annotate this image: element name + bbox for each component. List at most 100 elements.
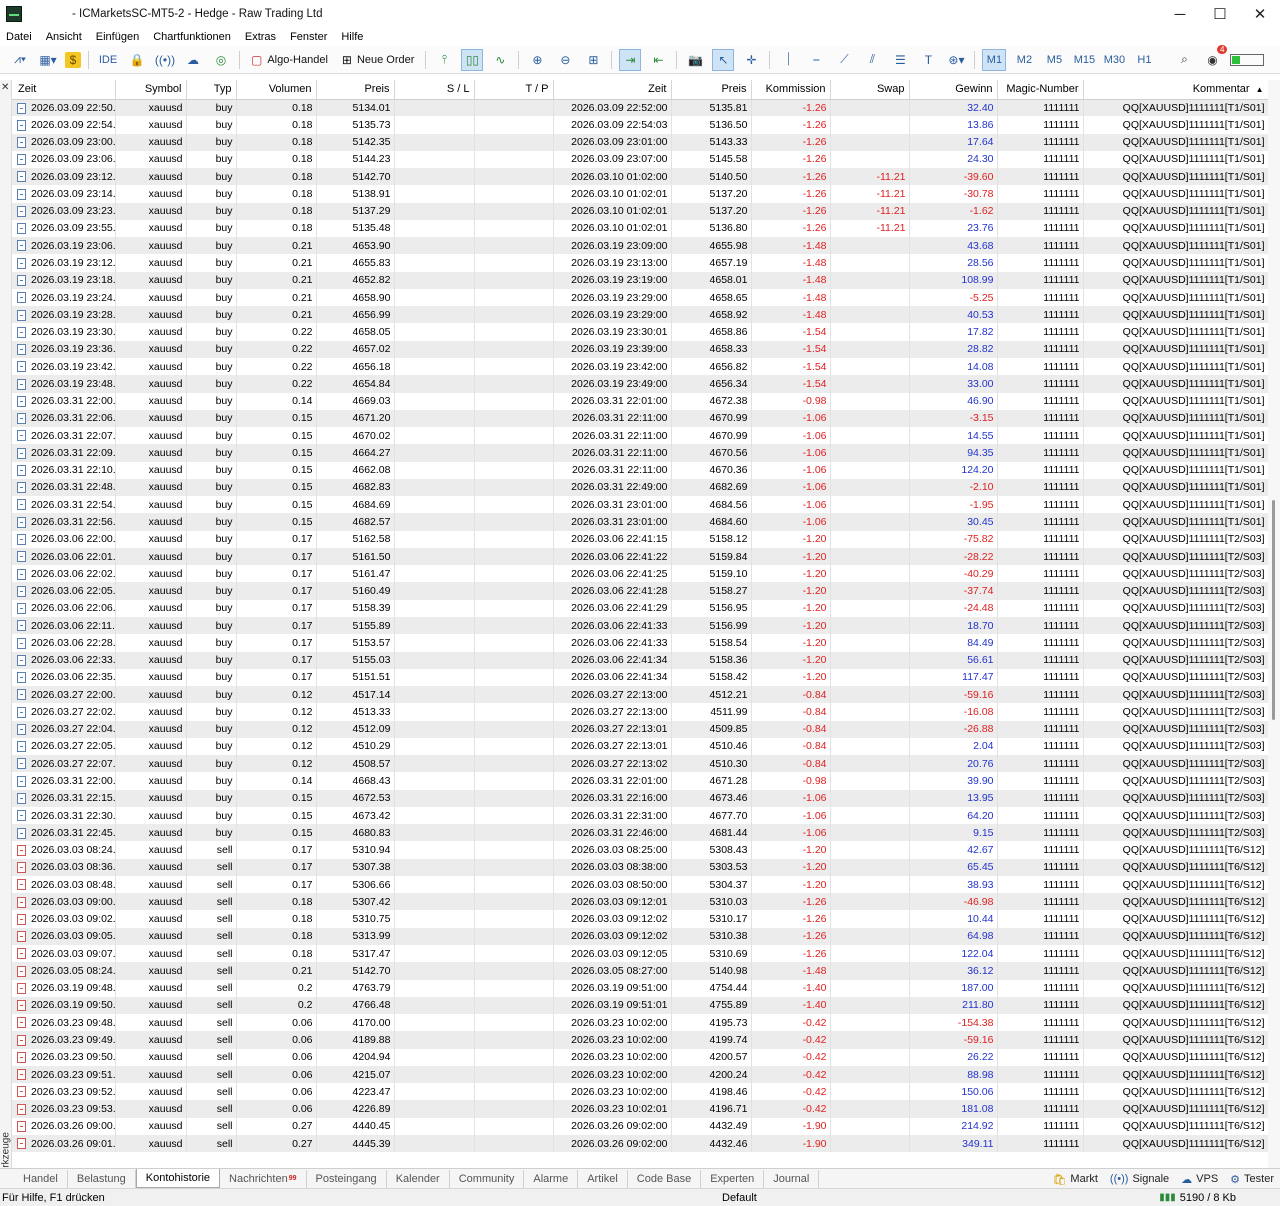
table-row[interactable]: 2026.03.19 23:48... xauusd buy 0.22 4654.84 2…	[12, 375, 1268, 393]
tab-community[interactable]: Community	[450, 1169, 525, 1188]
tab-code-base[interactable]: Code Base	[628, 1169, 702, 1188]
table-row[interactable]: 2026.03.31 22:54... xauusd buy 0.15 4684.69 2…	[12, 496, 1268, 514]
table-row[interactable]: 2026.03.09 22:50... xauusd buy 0.18 5134.01 2…	[12, 99, 1268, 117]
col-volume[interactable]: Volumen	[236, 80, 317, 100]
close-button[interactable]: ✕	[1240, 0, 1280, 28]
table-row[interactable]: 2026.03.06 22:06... xauusd buy 0.17 5158.39 2…	[12, 599, 1268, 617]
trend-line-icon[interactable]: ⟋	[833, 49, 855, 71]
vertical-scrollbar[interactable]	[1268, 80, 1280, 1168]
col-open-time[interactable]: Zeit	[12, 80, 116, 100]
timeframe-m15[interactable]: M15	[1072, 49, 1096, 71]
table-row[interactable]: 2026.03.26 09:01... xauusd sell 0.27 4445.39…	[12, 1134, 1268, 1153]
table-row[interactable]: 2026.03.06 22:33... xauusd buy 0.17 5155.03 2…	[12, 651, 1268, 669]
table-row[interactable]: 2026.03.23 09:49... xauusd sell 0.06 4189.88…	[12, 1031, 1268, 1049]
table-row[interactable]: 2026.03.31 22:00... xauusd buy 0.14 4668.43 2…	[12, 772, 1268, 790]
table-row[interactable]: 2026.03.31 22:45... xauusd buy 0.15 4680.83 2…	[12, 824, 1268, 842]
table-row[interactable]: 2026.03.27 22:07... xauusd buy 0.12 4508.57 2…	[12, 755, 1268, 773]
table-row[interactable]: 2026.03.06 22:28... xauusd buy 0.17 5153.57 2…	[12, 634, 1268, 652]
table-row[interactable]: 2026.03.27 22:04... xauusd buy 0.12 4512.09 2…	[12, 720, 1268, 738]
table-row[interactable]: 2026.03.27 22:02... xauusd buy 0.12 4513.33 2…	[12, 703, 1268, 721]
tab-artikel[interactable]: Artikel	[578, 1169, 628, 1188]
table-row[interactable]: 2026.03.09 22:54... xauusd buy 0.18 5135.73 2…	[12, 116, 1268, 134]
table-row[interactable]: 2026.03.03 09:05... xauusd sell 0.18 5313.99…	[12, 927, 1268, 946]
table-row[interactable]: 2026.03.19 23:36... xauusd buy 0.22 4657.02 2…	[12, 340, 1268, 358]
tab-kontohistorie[interactable]: Kontohistorie	[135, 1169, 221, 1188]
lock-icon[interactable]: 🔒	[126, 49, 148, 71]
timeframe-m5[interactable]: M5	[1042, 49, 1066, 71]
menu-ansicht[interactable]: Ansicht	[40, 31, 90, 43]
table-row[interactable]: 2026.03.03 09:02... xauusd sell 0.18 5310.75…	[12, 910, 1268, 928]
algo-trading-button[interactable]: ▢ Algo-Handel	[247, 49, 332, 71]
tab-belastung[interactable]: Belastung	[68, 1169, 136, 1188]
signals-button[interactable]: ((•)) Signale	[1110, 1173, 1169, 1185]
table-row[interactable]: 2026.03.26 09:00... xauusd sell 0.27 4440.45…	[12, 1117, 1268, 1135]
timeframe-m30[interactable]: M30	[1102, 49, 1126, 71]
table-row[interactable]: 2026.03.09 23:00... xauusd buy 0.18 5142.35 2…	[12, 133, 1268, 151]
menu-einfuegen[interactable]: Einfügen	[90, 31, 147, 43]
col-open-price[interactable]: Preis	[316, 80, 395, 100]
zoom-out-icon[interactable]: ⊖	[554, 49, 576, 71]
col-tp[interactable]: T / P	[474, 80, 554, 100]
templates-dropdown-icon[interactable]: ▦▾	[37, 49, 59, 71]
table-row[interactable]: 2026.03.09 23:12... xauusd buy 0.18 5142.70 2…	[12, 168, 1268, 186]
market-button[interactable]: 🛍 Markt	[1052, 1173, 1097, 1186]
globe-icon[interactable]: ◎	[210, 49, 232, 71]
table-row[interactable]: 2026.03.06 22:01... xauusd buy 0.17 5161.50 2…	[12, 547, 1268, 566]
table-row[interactable]: 2026.03.06 22:00... xauusd buy 0.17 5162.58 2…	[12, 530, 1268, 548]
fibonacci-icon[interactable]: ☰	[889, 49, 911, 71]
maximize-button[interactable]: ☐	[1200, 0, 1240, 28]
col-sl[interactable]: S / L	[394, 80, 475, 100]
table-row[interactable]: 2026.03.31 22:30... xauusd buy 0.15 4673.42 2…	[12, 806, 1268, 825]
line-chart-icon[interactable]: ∿	[489, 49, 511, 71]
crosshair-icon[interactable]: ✛	[740, 49, 762, 71]
table-row[interactable]: 2026.03.06 22:35... xauusd buy 0.17 5151.51 2…	[12, 668, 1268, 687]
table-row[interactable]: 2026.03.09 23:14... xauusd buy 0.18 5138.91 2…	[12, 185, 1268, 203]
table-row[interactable]: 2026.03.23 09:53... xauusd sell 0.06 4226.89…	[12, 1100, 1268, 1118]
col-swap[interactable]: Swap	[830, 80, 910, 100]
table-row[interactable]: 2026.03.31 22:07... xauusd buy 0.15 4670.02 2…	[12, 427, 1268, 445]
timeframe-m1[interactable]: M1	[982, 48, 1007, 71]
timeframe-h1[interactable]: H1	[1132, 49, 1156, 71]
table-row[interactable]: 2026.03.19 23:30... xauusd buy 0.22 4658.05 2…	[12, 323, 1268, 341]
tile-windows-icon[interactable]: ⊞	[582, 49, 604, 71]
minimize-button[interactable]: ─	[1160, 0, 1200, 28]
tester-button[interactable]: ⚙ Tester	[1230, 1173, 1274, 1186]
table-row[interactable]: 2026.03.19 09:48... xauusd sell 0.2 4763.79 2…	[12, 979, 1268, 997]
dollar-icon[interactable]: $	[65, 51, 81, 68]
table-row[interactable]: 2026.03.19 23:24... xauusd buy 0.21 4658.90 2…	[12, 288, 1268, 307]
close-toolbox-icon[interactable]: ✕	[1, 82, 9, 93]
menu-fenster[interactable]: Fenster	[284, 31, 335, 43]
table-row[interactable]: 2026.03.06 22:02... xauusd buy 0.17 5161.47 2…	[12, 565, 1268, 583]
horizontal-line-icon[interactable]: ⎯	[805, 49, 827, 71]
table-row[interactable]: 2026.03.03 09:00... xauusd sell 0.18 5307.42…	[12, 893, 1268, 911]
notifications-icon[interactable]: ◉ 4	[1201, 44, 1228, 71]
table-row[interactable]: 2026.03.06 22:05... xauusd buy 0.17 5160.49 2…	[12, 582, 1268, 600]
chart-type-dropdown-icon[interactable]: ⩘▾	[9, 49, 31, 71]
table-row[interactable]: 2026.03.05 08:24... xauusd sell 0.21 5142.70…	[12, 962, 1268, 980]
table-row[interactable]: 2026.03.09 23:55... xauusd buy 0.18 5135.48 2…	[12, 219, 1268, 238]
equidistant-channel-icon[interactable]: ⫽	[861, 49, 883, 71]
zoom-in-icon[interactable]: ⊕	[526, 49, 548, 71]
table-row[interactable]: 2026.03.19 09:50... xauusd sell 0.2 4766.48 2…	[12, 996, 1268, 1015]
table-row[interactable]: 2026.03.03 09:07... xauusd sell 0.18 5317.47…	[12, 945, 1268, 963]
table-row[interactable]: 2026.03.31 22:06... xauusd buy 0.15 4671.20 2…	[12, 409, 1268, 428]
vps-button[interactable]: ☁ VPS	[1181, 1173, 1218, 1186]
col-comment[interactable]: Kommentar ▲	[1083, 80, 1268, 100]
table-row[interactable]: 2026.03.31 22:10... xauusd buy 0.15 4662.08 2…	[12, 461, 1268, 479]
table-row[interactable]: 2026.03.27 22:00... xauusd buy 0.12 4517.14 2…	[12, 686, 1268, 704]
tab-alarme[interactable]: Alarme	[524, 1169, 579, 1188]
table-row[interactable]: 2026.03.19 23:42... xauusd buy 0.22 4656.18 2…	[12, 357, 1268, 376]
vertical-line-icon[interactable]: ⏐	[777, 49, 799, 71]
table-row[interactable]: 2026.03.31 22:48... xauusd buy 0.15 4682.83 2…	[12, 478, 1268, 497]
auto-scroll-icon[interactable]: ⇥	[619, 48, 642, 71]
col-commission[interactable]: Kommission	[751, 80, 831, 100]
table-row[interactable]: 2026.03.31 22:00... xauusd buy 0.14 4669.03 2…	[12, 392, 1268, 410]
table-row[interactable]: 2026.03.31 22:15... xauusd buy 0.15 4672.53 2…	[12, 789, 1268, 807]
tab-journal[interactable]: Journal	[764, 1169, 820, 1188]
table-row[interactable]: 2026.03.06 22:11... xauusd buy 0.17 5155.89 2…	[12, 616, 1268, 635]
text-tool-icon[interactable]: T	[917, 49, 939, 71]
table-row[interactable]: 2026.03.19 23:06... xauusd buy 0.21 4653.90 2…	[12, 237, 1268, 255]
timeframe-m2[interactable]: M2	[1012, 49, 1036, 71]
col-symbol[interactable]: Symbol	[115, 80, 187, 100]
table-row[interactable]: 2026.03.09 23:06... xauusd buy 0.18 5144.23 2…	[12, 150, 1268, 169]
